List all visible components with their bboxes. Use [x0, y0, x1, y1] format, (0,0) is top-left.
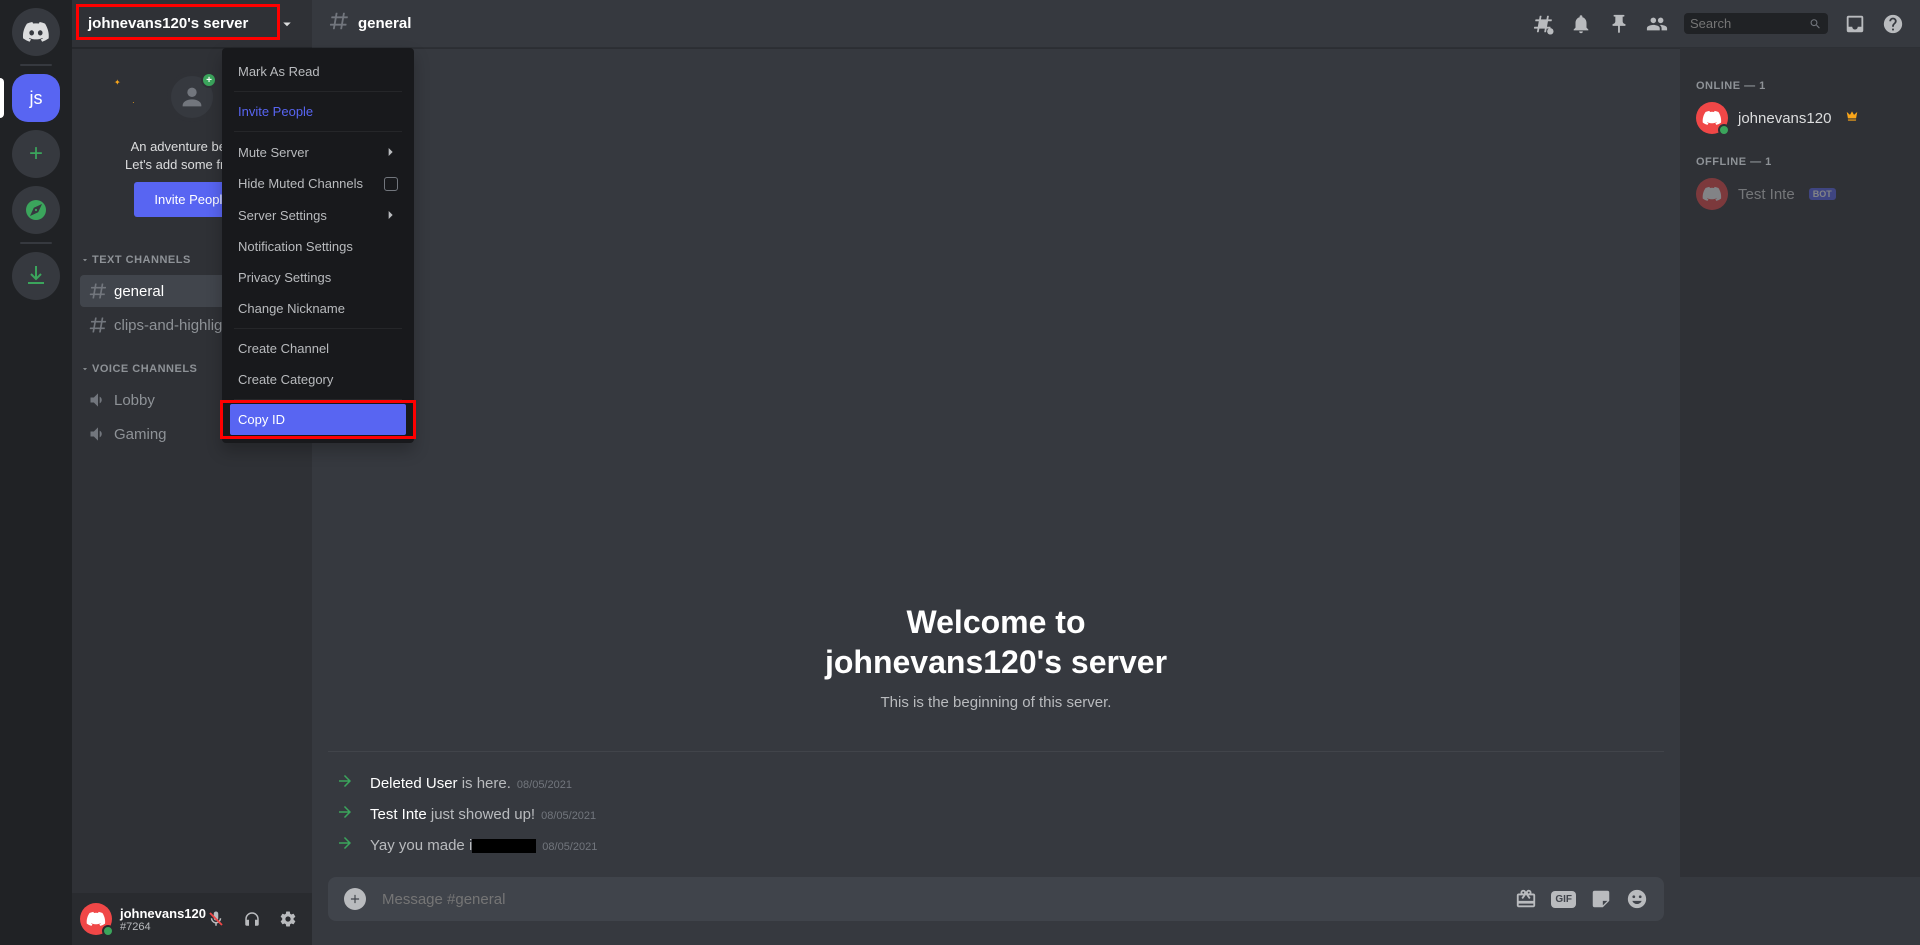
server-name: johnevans120's server	[88, 15, 248, 32]
search-icon	[1809, 17, 1822, 31]
gift-icon[interactable]	[1515, 888, 1537, 910]
offline-header: OFFLINE — 1	[1688, 140, 1912, 172]
menu-server-settings[interactable]: Server Settings	[230, 199, 406, 231]
server-header[interactable]: johnevans120's server	[72, 0, 312, 48]
gif-button[interactable]: GIF	[1551, 891, 1576, 908]
member-row[interactable]: Test Inte BOT	[1688, 172, 1912, 216]
redacted-text	[472, 839, 536, 853]
join-arrow-icon	[336, 834, 354, 857]
sticker-icon[interactable]	[1590, 888, 1612, 910]
help-icon[interactable]	[1882, 13, 1904, 35]
user-info[interactable]: johnevans120 #7264	[120, 906, 192, 933]
server-icon-current[interactable]: js	[12, 74, 60, 122]
settings-button[interactable]	[272, 903, 304, 935]
emoji-icon[interactable]	[1626, 888, 1648, 910]
add-server-button[interactable]: +	[12, 130, 60, 178]
hash-icon	[88, 281, 108, 301]
member-row[interactable]: johnevans120	[1688, 96, 1912, 140]
checkbox-icon	[384, 177, 398, 191]
channel-title: general	[358, 15, 411, 32]
crown-icon	[1841, 109, 1859, 128]
home-button[interactable]	[12, 8, 60, 56]
deafen-button[interactable]	[236, 903, 268, 935]
divider	[20, 242, 52, 244]
message-row[interactable]: Test Inte just showed up!08/05/2021	[328, 799, 1664, 830]
server-list: js +	[0, 0, 72, 945]
messages-area: Welcome tojohnevans120's server This is …	[312, 48, 1680, 877]
welcome-avatar: +	[167, 72, 217, 122]
menu-privacy-settings[interactable]: Privacy Settings	[230, 262, 406, 293]
members-list: ONLINE — 1 johnevans120 OFFLINE — 1 Test…	[1680, 48, 1920, 877]
menu-invite-people[interactable]: Invite People	[230, 96, 406, 127]
chevron-down-icon	[80, 364, 90, 374]
mute-button[interactable]	[200, 903, 232, 935]
menu-create-channel[interactable]: Create Channel	[230, 333, 406, 364]
status-online-icon	[1718, 124, 1730, 136]
server-dropdown: Mark As Read Invite People Mute Server H…	[222, 48, 414, 443]
search-input[interactable]	[1684, 13, 1828, 34]
add-badge-icon: +	[201, 72, 217, 88]
message-row[interactable]: Yay you made i08/05/2021	[328, 830, 1664, 861]
menu-mark-read[interactable]: Mark As Read	[230, 56, 406, 87]
hash-icon	[88, 315, 108, 335]
inbox-icon[interactable]	[1844, 13, 1866, 35]
attach-button[interactable]	[344, 888, 366, 910]
threads-icon[interactable]	[1532, 13, 1554, 35]
chevron-down-icon	[278, 15, 296, 33]
welcome-block: Welcome tojohnevans120's server This is …	[328, 602, 1664, 711]
chat-header: general	[312, 0, 1920, 48]
user-panel: johnevans120 #7264	[72, 893, 312, 945]
online-header: ONLINE — 1	[1688, 64, 1912, 96]
message-input[interactable]	[382, 891, 1499, 908]
avatar	[1696, 102, 1728, 134]
avatar	[1696, 178, 1728, 210]
avatar[interactable]	[80, 903, 112, 935]
menu-copy-id[interactable]: Copy ID	[230, 404, 406, 435]
hash-icon	[328, 10, 358, 37]
download-button[interactable]	[12, 252, 60, 300]
status-online-icon	[102, 925, 114, 937]
input-area: GIF	[312, 877, 1680, 945]
bell-icon[interactable]	[1570, 13, 1592, 35]
menu-change-nickname[interactable]: Change Nickname	[230, 293, 406, 324]
divider	[20, 64, 52, 66]
main-content: general Welcome tojohnevans120's server	[312, 0, 1920, 945]
chevron-down-icon	[80, 255, 90, 265]
menu-create-category[interactable]: Create Category	[230, 364, 406, 395]
explore-button[interactable]	[12, 186, 60, 234]
join-arrow-icon	[336, 803, 354, 826]
chevron-right-icon	[382, 144, 398, 160]
join-arrow-icon	[336, 772, 354, 795]
message-input-box[interactable]: GIF	[328, 877, 1664, 921]
bot-badge: BOT	[1809, 188, 1836, 200]
menu-notification-settings[interactable]: Notification Settings	[230, 231, 406, 262]
menu-hide-muted[interactable]: Hide Muted Channels	[230, 168, 406, 199]
speaker-icon	[88, 390, 108, 410]
message-row[interactable]: Deleted User is here.08/05/2021	[328, 768, 1664, 799]
chevron-right-icon	[382, 207, 398, 223]
members-icon[interactable]	[1646, 13, 1668, 35]
speaker-icon	[88, 424, 108, 444]
pin-icon[interactable]	[1608, 13, 1630, 35]
menu-mute-server[interactable]: Mute Server	[230, 136, 406, 168]
